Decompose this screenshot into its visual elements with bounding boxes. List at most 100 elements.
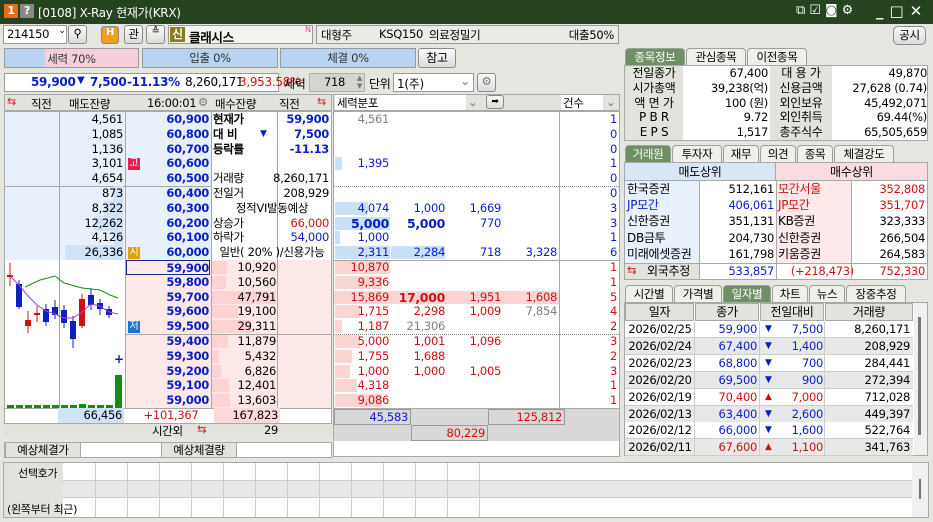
bid-price[interactable]: 59,700 [127, 290, 209, 305]
holiday-calendar-icon[interactable]: H [101, 26, 119, 44]
ask-qty[interactable]: 8,322 [59, 200, 123, 216]
bid-qty[interactable]: 13,603 [212, 393, 277, 408]
chevron-down-icon[interactable]: ⌄ [606, 95, 616, 109]
tab-stock-2[interactable]: 이전종목 [747, 48, 807, 65]
arrow-right-icon[interactable]: ➡ [486, 95, 504, 109]
buy-broker-name[interactable]: 모간서울 [778, 182, 821, 197]
tab-stock-1[interactable]: 관심종목 [686, 48, 746, 65]
settings-gear-icon[interactable]: ⚙ [842, 3, 858, 18]
stock-name-field[interactable]: 신 클래시스 N [168, 25, 313, 45]
ask-price[interactable]: 60,900 [127, 112, 209, 127]
ask-qty[interactable]: 1,136 [59, 142, 124, 157]
ask-price[interactable]: 60,400 [127, 186, 209, 201]
tab-daily-0[interactable]: 시간별 [625, 285, 673, 302]
ask-qty[interactable]: 12,262 [59, 215, 123, 231]
unit-select[interactable]: 1(주) ⌄ [393, 73, 474, 92]
bid-qty[interactable]: 10,560 [212, 275, 277, 290]
tab-broker-1[interactable]: 투자자 [672, 145, 722, 162]
bid-price[interactable]: 59,000 [127, 393, 209, 408]
help-icon[interactable]: ? [20, 4, 34, 18]
ask-qty[interactable]: 4,561 [59, 112, 124, 127]
tab-broker-0[interactable]: 거래원 [625, 145, 671, 162]
swap-arrows-icon[interactable]: ⇆ [317, 95, 326, 108]
swap-arrows-icon[interactable]: ⇆ [627, 263, 637, 278]
bid-price[interactable]: 59,800 [127, 275, 209, 290]
minimize-icon[interactable]: _ [876, 2, 890, 20]
chevron-down-icon[interactable]: ⌄ [468, 95, 478, 109]
bid-qty[interactable]: 5,432 [212, 349, 277, 364]
buy-broker-name[interactable]: 신한증권 [778, 231, 821, 246]
bid-qty[interactable]: 11,879 [212, 334, 277, 349]
sell-broker-name[interactable]: 신한증권 [627, 214, 670, 229]
scrollbar-thumb[interactable] [918, 317, 921, 435]
ask-price[interactable]: 60,300 [127, 201, 209, 216]
tab-broker-2[interactable]: 재무 [723, 145, 759, 162]
tab-broker-5[interactable]: 체결강도 [834, 145, 894, 162]
ask-price[interactable]: 60,200 [127, 216, 209, 231]
count-select[interactable]: 건수 [561, 95, 603, 110]
close-icon[interactable]: ✕ [910, 2, 929, 20]
ask-qty[interactable]: 26,336 [59, 245, 123, 261]
sell-broker-name[interactable]: 미래에셋증권 [627, 247, 692, 262]
tab-daily-2[interactable]: 일자별 [723, 285, 771, 302]
checklist-icon[interactable]: ☑ [809, 3, 825, 18]
camera-icon[interactable]: ◙ [825, 3, 842, 18]
bid-qty[interactable]: 19,100 [212, 304, 277, 319]
ask-qty[interactable]: 4,654 [59, 171, 124, 186]
swap-arrows-icon[interactable]: ⇆ [197, 422, 207, 436]
tab-daily-3[interactable]: 차트 [772, 285, 808, 302]
settings-gear-icon[interactable]: ⚙ [198, 95, 208, 109]
tab-stock-0[interactable]: 종목정보 [625, 48, 685, 65]
ranking-icon[interactable]: ≙ [146, 25, 165, 44]
bid-price[interactable]: 59,300 [127, 349, 209, 364]
bid-price[interactable]: 59,100 [127, 378, 209, 393]
swap-arrows-icon[interactable]: ⇆ [7, 95, 16, 108]
disclosure-button[interactable]: 공시 [893, 26, 926, 45]
ask-qty[interactable]: 4,126 [59, 230, 123, 246]
daily-header[interactable]: 일자 [625, 303, 694, 321]
tab-broker-3[interactable]: 의견 [760, 145, 796, 162]
bid-qty[interactable]: 47,791 [212, 290, 277, 305]
bid-qty[interactable]: 12,401 [212, 378, 277, 393]
bid-price[interactable]: 59,600 [127, 304, 209, 319]
seryeok-stepper[interactable]: 718 ▲ ▼ [309, 73, 365, 92]
daily-header[interactable]: 전일대비 [760, 303, 824, 321]
ask-price[interactable]: 60,500 [127, 171, 209, 186]
bid-qty[interactable]: 6,826 [212, 364, 277, 379]
ask-qty[interactable]: 3,101 [59, 156, 124, 171]
search-icon[interactable]: ⚲ [68, 25, 87, 44]
bid-qty[interactable]: 10,920 [212, 260, 277, 275]
distribution-select[interactable]: 세력분포 [335, 95, 466, 110]
grid-scrollbar[interactable] [912, 463, 928, 517]
buy-broker-name[interactable]: KB증권 [778, 214, 815, 229]
window-number-badge[interactable]: 1 [4, 4, 18, 18]
buy-broker-name[interactable]: JP모간 [778, 198, 810, 213]
reference-button[interactable]: 참고 [418, 48, 456, 68]
bid-qty[interactable]: 29,311 [212, 319, 277, 334]
bid-price[interactable]: 59,900 [126, 260, 210, 275]
daily-scrollbar[interactable] [914, 303, 927, 455]
tab-broker-4[interactable]: 종목 [797, 145, 833, 162]
maximize-icon[interactable]: □ [890, 2, 910, 20]
ask-qty[interactable]: 1,085 [59, 127, 124, 142]
tab-daily-4[interactable]: 뉴스 [809, 285, 845, 302]
bid-price[interactable]: 59,200 [127, 364, 209, 379]
ask-qty[interactable]: 873 [59, 186, 123, 201]
tab-daily-1[interactable]: 가격별 [674, 285, 722, 302]
tab-daily-5[interactable]: 장중추정 [846, 285, 906, 302]
link-window-icon[interactable]: ⧉ [796, 3, 809, 18]
settings-gear-icon[interactable]: ⚙ [477, 73, 496, 92]
daily-header[interactable]: 종가 [695, 303, 759, 321]
stepper-arrows-icon[interactable]: ▲ ▼ [357, 74, 362, 90]
buy-broker-name[interactable]: 키움증권 [778, 247, 821, 262]
bid-price[interactable]: 59,400 [127, 334, 209, 349]
gwan-button[interactable]: 관 [124, 25, 143, 44]
daily-header[interactable]: 거래량 [825, 303, 913, 321]
ask-price[interactable]: 60,700 [127, 142, 209, 157]
code-dropdown-chevron-icon[interactable]: ⌄ [56, 26, 68, 43]
sell-broker-name[interactable]: 한국증권 [627, 182, 670, 197]
ask-price[interactable]: 60,100 [127, 230, 209, 245]
sell-broker-name[interactable]: DB금투 [627, 231, 666, 246]
sell-broker-name[interactable]: JP모간 [627, 198, 659, 213]
ask-price[interactable]: 60,800 [127, 127, 209, 142]
